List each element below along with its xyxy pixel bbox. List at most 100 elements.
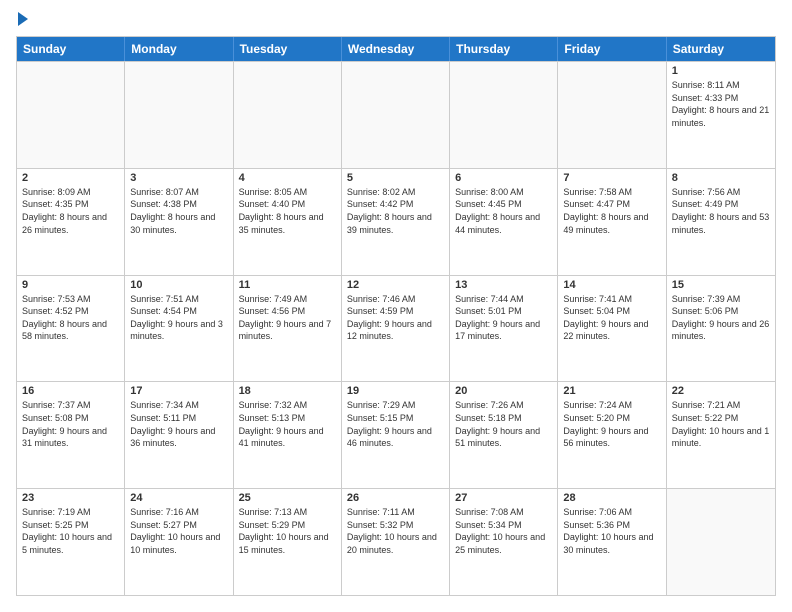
logo	[16, 16, 28, 26]
day-info: Sunrise: 7:16 AMSunset: 5:27 PMDaylight:…	[130, 506, 227, 556]
calendar-cell	[558, 62, 666, 168]
day-number: 21	[563, 385, 660, 397]
day-info: Sunrise: 8:05 AMSunset: 4:40 PMDaylight:…	[239, 186, 336, 236]
header-day-sunday: Sunday	[17, 37, 125, 61]
day-number: 26	[347, 492, 444, 504]
calendar-row-2: 2 Sunrise: 8:09 AMSunset: 4:35 PMDaylight…	[17, 168, 775, 275]
day-info: Sunrise: 7:26 AMSunset: 5:18 PMDaylight:…	[455, 399, 552, 449]
day-number: 24	[130, 492, 227, 504]
day-number: 25	[239, 492, 336, 504]
day-info: Sunrise: 8:07 AMSunset: 4:38 PMDaylight:…	[130, 186, 227, 236]
calendar-cell: 18 Sunrise: 7:32 AMSunset: 5:13 PMDayligh…	[234, 382, 342, 488]
calendar-cell: 19 Sunrise: 7:29 AMSunset: 5:15 PMDayligh…	[342, 382, 450, 488]
day-number: 6	[455, 172, 552, 184]
calendar-header: SundayMondayTuesdayWednesdayThursdayFrid…	[17, 37, 775, 61]
calendar-cell: 12 Sunrise: 7:46 AMSunset: 4:59 PMDayligh…	[342, 276, 450, 382]
day-info: Sunrise: 7:34 AMSunset: 5:11 PMDaylight:…	[130, 399, 227, 449]
day-number: 20	[455, 385, 552, 397]
calendar-cell: 7 Sunrise: 7:58 AMSunset: 4:47 PMDaylight…	[558, 169, 666, 275]
header-day-tuesday: Tuesday	[234, 37, 342, 61]
day-info: Sunrise: 7:53 AMSunset: 4:52 PMDaylight:…	[22, 293, 119, 343]
day-number: 14	[563, 279, 660, 291]
day-number: 19	[347, 385, 444, 397]
header-day-monday: Monday	[125, 37, 233, 61]
day-number: 7	[563, 172, 660, 184]
calendar-cell: 26 Sunrise: 7:11 AMSunset: 5:32 PMDayligh…	[342, 489, 450, 595]
page: SundayMondayTuesdayWednesdayThursdayFrid…	[0, 0, 792, 612]
calendar-cell	[450, 62, 558, 168]
day-number: 12	[347, 279, 444, 291]
calendar-cell: 22Sunrise: 7:21 AMSunset: 5:22 PMDayligh…	[667, 382, 775, 488]
header-day-friday: Friday	[558, 37, 666, 61]
day-info: Sunrise: 7:06 AMSunset: 5:36 PMDaylight:…	[563, 506, 660, 556]
calendar-cell: 1 Sunrise: 8:11 AMSunset: 4:33 PMDaylight…	[667, 62, 775, 168]
calendar-row-3: 9Sunrise: 7:53 AMSunset: 4:52 PMDaylight…	[17, 275, 775, 382]
calendar-cell: 4 Sunrise: 8:05 AMSunset: 4:40 PMDaylight…	[234, 169, 342, 275]
day-info: Sunrise: 8:11 AMSunset: 4:33 PMDaylight:…	[672, 79, 770, 129]
calendar-cell: 27Sunrise: 7:08 AMSunset: 5:34 PMDayligh…	[450, 489, 558, 595]
day-number: 1	[672, 65, 770, 77]
calendar-cell: 14 Sunrise: 7:41 AMSunset: 5:04 PMDayligh…	[558, 276, 666, 382]
day-info: Sunrise: 8:02 AMSunset: 4:42 PMDaylight:…	[347, 186, 444, 236]
calendar-cell: 5 Sunrise: 8:02 AMSunset: 4:42 PMDaylight…	[342, 169, 450, 275]
day-number: 10	[130, 279, 227, 291]
calendar-cell: 23Sunrise: 7:19 AMSunset: 5:25 PMDayligh…	[17, 489, 125, 595]
header-day-wednesday: Wednesday	[342, 37, 450, 61]
header-day-thursday: Thursday	[450, 37, 558, 61]
calendar-cell: 11 Sunrise: 7:49 AMSunset: 4:56 PMDayligh…	[234, 276, 342, 382]
calendar-cell	[125, 62, 233, 168]
day-number: 2	[22, 172, 119, 184]
logo-arrow-icon	[18, 12, 28, 26]
header	[16, 16, 776, 26]
calendar-cell: 16 Sunrise: 7:37 AMSunset: 5:08 PMDayligh…	[17, 382, 125, 488]
calendar-cell	[342, 62, 450, 168]
day-info: Sunrise: 7:24 AMSunset: 5:20 PMDaylight:…	[563, 399, 660, 449]
day-number: 5	[347, 172, 444, 184]
day-info: Sunrise: 7:13 AMSunset: 5:29 PMDaylight:…	[239, 506, 336, 556]
day-info: Sunrise: 7:44 AMSunset: 5:01 PMDaylight:…	[455, 293, 552, 343]
day-number: 3	[130, 172, 227, 184]
calendar-cell: 20 Sunrise: 7:26 AMSunset: 5:18 PMDayligh…	[450, 382, 558, 488]
day-info: Sunrise: 7:58 AMSunset: 4:47 PMDaylight:…	[563, 186, 660, 236]
day-info: Sunrise: 7:56 AMSunset: 4:49 PMDaylight:…	[672, 186, 770, 236]
day-info: Sunrise: 7:51 AMSunset: 4:54 PMDaylight:…	[130, 293, 227, 343]
calendar-cell: 13Sunrise: 7:44 AMSunset: 5:01 PMDayligh…	[450, 276, 558, 382]
calendar-cell: 15 Sunrise: 7:39 AMSunset: 5:06 PMDayligh…	[667, 276, 775, 382]
calendar-cell	[17, 62, 125, 168]
calendar-cell: 3 Sunrise: 8:07 AMSunset: 4:38 PMDaylight…	[125, 169, 233, 275]
day-info: Sunrise: 8:00 AMSunset: 4:45 PMDaylight:…	[455, 186, 552, 236]
day-info: Sunrise: 7:49 AMSunset: 4:56 PMDaylight:…	[239, 293, 336, 343]
calendar-row-1: 1 Sunrise: 8:11 AMSunset: 4:33 PMDaylight…	[17, 61, 775, 168]
calendar-body: 1 Sunrise: 8:11 AMSunset: 4:33 PMDaylight…	[17, 61, 775, 595]
calendar-cell: 9Sunrise: 7:53 AMSunset: 4:52 PMDaylight…	[17, 276, 125, 382]
calendar-cell: 6 Sunrise: 8:00 AMSunset: 4:45 PMDaylight…	[450, 169, 558, 275]
calendar-cell: 17 Sunrise: 7:34 AMSunset: 5:11 PMDayligh…	[125, 382, 233, 488]
calendar: SundayMondayTuesdayWednesdayThursdayFrid…	[16, 36, 776, 596]
day-number: 28	[563, 492, 660, 504]
day-info: Sunrise: 7:41 AMSunset: 5:04 PMDaylight:…	[563, 293, 660, 343]
day-info: Sunrise: 7:39 AMSunset: 5:06 PMDaylight:…	[672, 293, 770, 343]
calendar-cell	[234, 62, 342, 168]
day-number: 16	[22, 385, 119, 397]
calendar-cell	[667, 489, 775, 595]
day-info: Sunrise: 7:11 AMSunset: 5:32 PMDaylight:…	[347, 506, 444, 556]
day-number: 17	[130, 385, 227, 397]
day-info: Sunrise: 8:09 AMSunset: 4:35 PMDaylight:…	[22, 186, 119, 236]
calendar-row-5: 23Sunrise: 7:19 AMSunset: 5:25 PMDayligh…	[17, 488, 775, 595]
calendar-cell: 25 Sunrise: 7:13 AMSunset: 5:29 PMDayligh…	[234, 489, 342, 595]
day-info: Sunrise: 7:08 AMSunset: 5:34 PMDaylight:…	[455, 506, 552, 556]
day-info: Sunrise: 7:29 AMSunset: 5:15 PMDaylight:…	[347, 399, 444, 449]
day-number: 15	[672, 279, 770, 291]
day-number: 18	[239, 385, 336, 397]
day-info: Sunrise: 7:37 AMSunset: 5:08 PMDaylight:…	[22, 399, 119, 449]
day-number: 4	[239, 172, 336, 184]
day-info: Sunrise: 7:46 AMSunset: 4:59 PMDaylight:…	[347, 293, 444, 343]
calendar-cell: 2 Sunrise: 8:09 AMSunset: 4:35 PMDaylight…	[17, 169, 125, 275]
day-number: 11	[239, 279, 336, 291]
day-info: Sunrise: 7:32 AMSunset: 5:13 PMDaylight:…	[239, 399, 336, 449]
day-info: Sunrise: 7:19 AMSunset: 5:25 PMDaylight:…	[22, 506, 119, 556]
calendar-cell: 24 Sunrise: 7:16 AMSunset: 5:27 PMDayligh…	[125, 489, 233, 595]
calendar-cell: 28 Sunrise: 7:06 AMSunset: 5:36 PMDayligh…	[558, 489, 666, 595]
calendar-cell: 21 Sunrise: 7:24 AMSunset: 5:20 PMDayligh…	[558, 382, 666, 488]
day-number: 8	[672, 172, 770, 184]
